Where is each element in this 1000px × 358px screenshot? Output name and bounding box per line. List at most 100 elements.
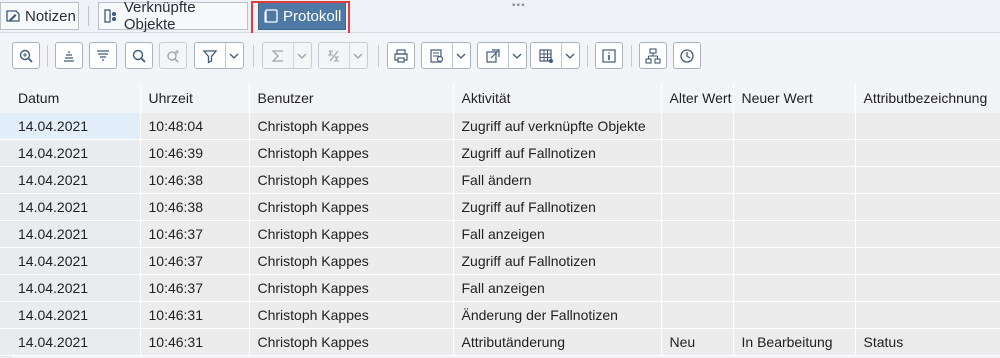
table-row[interactable]: 14.04.2021 10:46:31 Christoph Kappes Änd… [0,301,1000,329]
column-header-datum[interactable]: Datum [0,83,141,113]
cell-aktivitaet[interactable]: Zugriff auf Fallnotizen [453,247,662,275]
chevron-down-icon[interactable] [348,43,367,68]
cell-alter-wert[interactable] [661,166,734,194]
cell-alter-wert[interactable] [661,301,734,329]
cell-attributbezeichnung[interactable]: Status [855,328,1000,356]
hierarchy-button[interactable] [639,42,667,69]
cell-aktivitaet[interactable]: Zugriff auf verknüpfte Objekte [453,113,662,140]
cell-attributbezeichnung[interactable] [855,274,1000,302]
cell-attributbezeichnung[interactable] [855,301,1000,329]
cell-alter-wert[interactable] [661,113,734,140]
column-header-neuer-wert[interactable]: Neuer Wert [733,83,856,113]
cell-datum[interactable]: 14.04.2021 [0,193,141,221]
cell-uhrzeit[interactable]: 10:46:37 [140,220,250,248]
cell-neuer-wert[interactable] [733,166,856,194]
cell-uhrzeit[interactable]: 10:46:31 [140,328,250,356]
table-row[interactable]: 14.04.2021 10:48:04 Christoph Kappes Zug… [0,113,1000,140]
cell-benutzer[interactable]: Christoph Kappes [249,301,454,329]
cell-attributbezeichnung[interactable] [855,247,1000,275]
cell-neuer-wert[interactable] [733,274,856,302]
cell-neuer-wert[interactable] [733,139,856,167]
cell-attributbezeichnung[interactable] [855,139,1000,167]
cell-benutzer[interactable]: Christoph Kappes [249,247,454,275]
cell-aktivitaet[interactable]: Änderung der Fallnotizen [453,301,662,329]
cell-datum[interactable]: 14.04.2021 [0,274,141,302]
table-row[interactable]: 14.04.2021 10:46:38 Christoph Kappes Fal… [0,166,1000,194]
cell-alter-wert[interactable]: Neu [661,328,734,356]
tab-notizen[interactable]: Notizen [0,2,79,30]
chevron-down-icon[interactable] [292,43,311,68]
filter-button[interactable] [194,42,244,69]
chevron-down-icon[interactable] [560,43,579,68]
cell-neuer-wert[interactable] [733,247,856,275]
chevron-down-icon[interactable] [507,43,526,68]
cell-alter-wert[interactable] [661,274,734,302]
cell-datum[interactable]: 14.04.2021 [0,139,141,167]
cell-neuer-wert[interactable] [733,301,856,329]
cell-alter-wert[interactable] [661,139,734,167]
cell-aktivitaet[interactable]: Fall anzeigen [453,220,662,248]
cell-datum[interactable]: 14.04.2021 [0,113,141,140]
search-next-button[interactable] [159,42,187,69]
cell-benutzer[interactable]: Christoph Kappes [249,166,454,194]
cell-benutzer[interactable]: Christoph Kappes [249,139,454,167]
cell-datum[interactable]: 14.04.2021 [0,301,141,329]
sum-button[interactable] [262,42,312,69]
cell-aktivitaet[interactable]: Attributänderung [453,328,662,356]
column-header-alter-wert[interactable]: Alter Wert [661,83,734,113]
cell-attributbezeichnung[interactable] [855,166,1000,194]
cell-neuer-wert[interactable] [733,193,856,221]
info-button[interactable] [595,42,623,69]
print-button[interactable] [387,42,415,69]
column-header-aktivitaet[interactable]: Aktivität [453,83,662,113]
cell-neuer-wert[interactable]: In Bearbeitung [733,328,856,356]
column-header-attributbezeichnung[interactable]: Attributbezeichnung [855,83,1000,113]
cell-datum[interactable]: 14.04.2021 [0,220,141,248]
cell-benutzer[interactable]: Christoph Kappes [249,220,454,248]
subtotal-button[interactable] [318,42,368,69]
column-header-benutzer[interactable]: Benutzer [249,83,454,113]
search-button[interactable] [125,42,153,69]
cell-alter-wert[interactable] [661,220,734,248]
cell-benutzer[interactable]: Christoph Kappes [249,328,454,356]
cell-datum[interactable]: 14.04.2021 [0,166,141,194]
cell-datum[interactable]: 14.04.2021 [0,328,141,356]
drag-handle-icon[interactable]: ▪▪▪ [512,0,526,11]
cell-alter-wert[interactable] [661,247,734,275]
cell-benutzer[interactable]: Christoph Kappes [249,193,454,221]
cell-uhrzeit[interactable]: 10:46:38 [140,166,250,194]
cell-attributbezeichnung[interactable] [855,193,1000,221]
view-button[interactable] [421,42,471,69]
sort-descending-button[interactable] [89,42,117,69]
cell-aktivitaet[interactable]: Zugriff auf Fallnotizen [453,139,662,167]
layout-button[interactable] [530,42,580,69]
cell-uhrzeit[interactable]: 10:46:37 [140,247,250,275]
cell-uhrzeit[interactable]: 10:48:04 [140,113,250,140]
chevron-down-icon[interactable] [451,43,470,68]
history-button[interactable] [673,42,701,69]
column-header-uhrzeit[interactable]: Uhrzeit [140,83,250,113]
cell-uhrzeit[interactable]: 10:46:38 [140,193,250,221]
cell-uhrzeit[interactable]: 10:46:37 [140,274,250,302]
cell-aktivitaet[interactable]: Fall anzeigen [453,274,662,302]
table-row[interactable]: 14.04.2021 10:46:39 Christoph Kappes Zug… [0,139,1000,167]
cell-attributbezeichnung[interactable] [855,113,1000,140]
table-row[interactable]: 14.04.2021 10:46:37 Christoph Kappes Fal… [0,274,1000,302]
table-row[interactable]: 14.04.2021 10:46:37 Christoph Kappes Zug… [0,247,1000,275]
cell-datum[interactable]: 14.04.2021 [0,247,141,275]
table-row[interactable]: 14.04.2021 10:46:38 Christoph Kappes Zug… [0,193,1000,221]
cell-aktivitaet[interactable]: Zugriff auf Fallnotizen [453,193,662,221]
tab-verknuepfte-objekte[interactable]: Verknüpfte Objekte [98,0,248,33]
cell-neuer-wert[interactable] [733,220,856,248]
export-button[interactable] [477,42,527,69]
chevron-down-icon[interactable] [224,43,243,68]
zoom-button[interactable] [12,42,40,69]
cell-attributbezeichnung[interactable] [855,220,1000,248]
table-row[interactable]: 14.04.2021 10:46:31 Christoph Kappes Att… [0,328,1000,356]
cell-uhrzeit[interactable]: 10:46:39 [140,139,250,167]
sort-ascending-button[interactable] [55,42,83,69]
cell-neuer-wert[interactable] [733,113,856,140]
cell-uhrzeit[interactable]: 10:46:31 [140,301,250,329]
cell-benutzer[interactable]: Christoph Kappes [249,274,454,302]
cell-aktivitaet[interactable]: Fall ändern [453,166,662,194]
